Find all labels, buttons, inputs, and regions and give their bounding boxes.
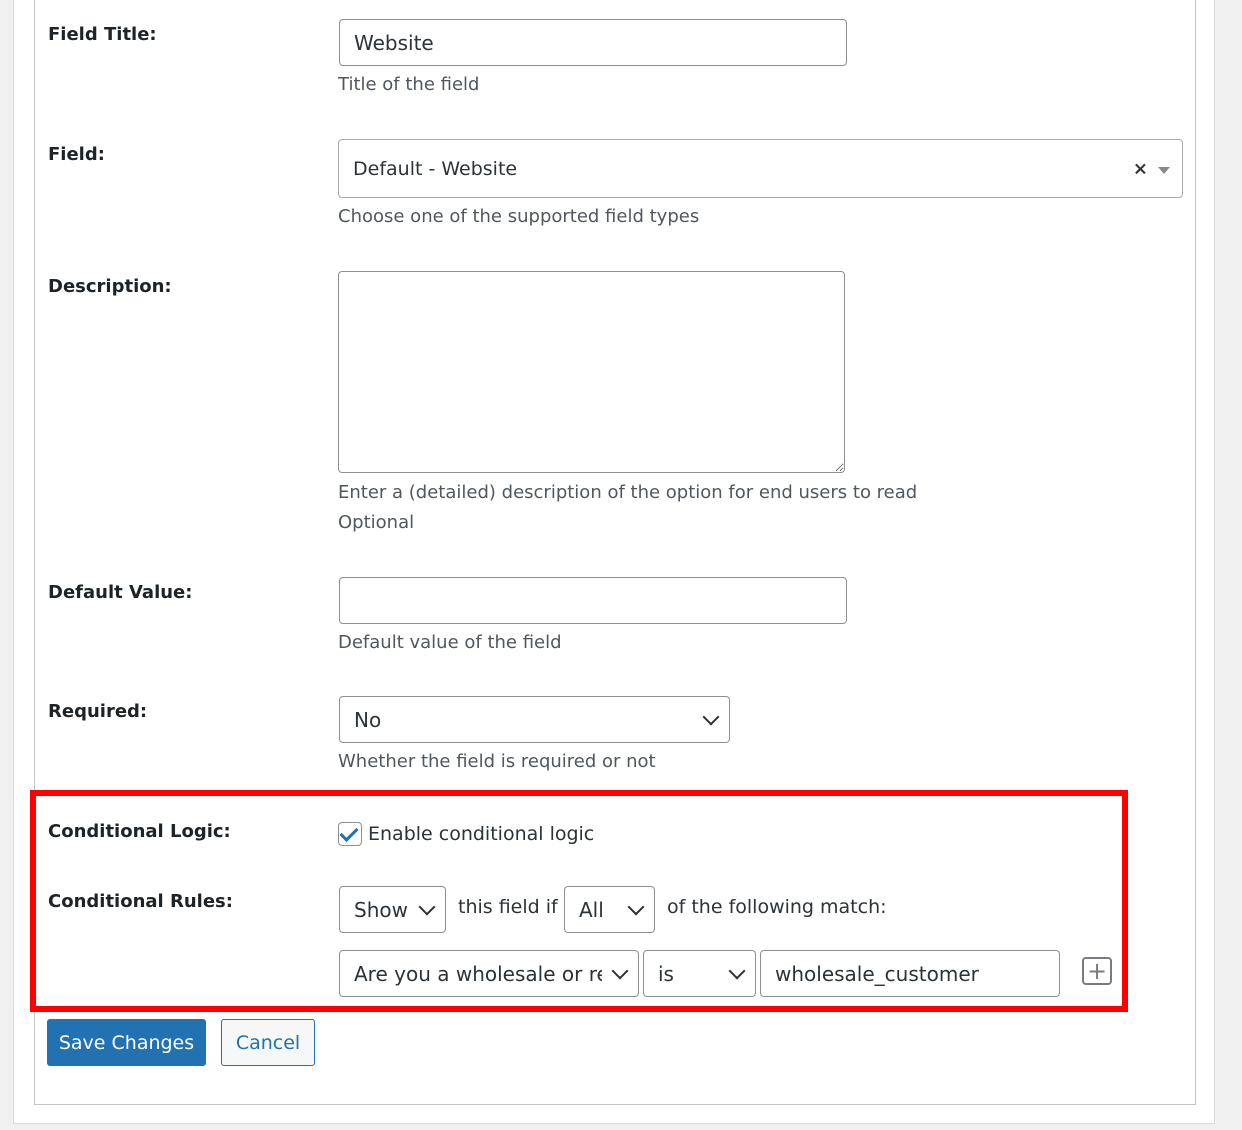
add-rule-icon[interactable]: + <box>1082 957 1112 985</box>
description-label: Description: <box>48 276 172 297</box>
chevron-down-icon <box>728 962 746 979</box>
rule-match-value: All <box>579 897 604 922</box>
description-help-text: Enter a (detailed) description of the op… <box>338 482 918 503</box>
rule-value-input[interactable]: wholesale_customer <box>760 950 1060 997</box>
description-optional-text: Optional <box>338 512 415 533</box>
field-title-input[interactable]: Website <box>339 19 847 66</box>
dropdown-arrow-icon[interactable] <box>1158 167 1170 174</box>
required-select-value: No <box>354 707 382 732</box>
field-title-description: Title of the field <box>338 74 480 95</box>
rule-operator-value: is <box>658 961 674 986</box>
rule-question-select[interactable]: Are you a wholesale or ret <box>339 950 639 997</box>
rule-question-value: Are you a wholesale or ret <box>354 961 602 986</box>
enable-conditional-logic-checkbox[interactable] <box>338 822 362 846</box>
field-type-value: Default - Website <box>353 157 518 180</box>
rule-match-select[interactable]: All <box>564 886 655 933</box>
this-field-if-text: this field if <box>458 896 558 918</box>
chevron-down-icon <box>418 898 436 915</box>
cancel-button[interactable]: Cancel <box>221 1019 315 1066</box>
field-title-label: Field Title: <box>48 24 157 45</box>
clear-icon[interactable]: × <box>1133 158 1148 179</box>
default-value-description: Default value of the field <box>338 632 562 653</box>
enable-conditional-logic-text: Enable conditional logic <box>368 823 595 845</box>
chevron-down-icon <box>627 898 645 915</box>
description-textarea[interactable] <box>338 271 845 473</box>
rule-operator-select[interactable]: is <box>643 950 756 997</box>
rule-action-select[interactable]: Show <box>339 886 446 933</box>
conditional-rules-label: Conditional Rules: <box>48 891 233 912</box>
save-changes-button[interactable]: Save Changes <box>47 1019 206 1066</box>
field-type-description: Choose one of the supported field types <box>338 206 700 227</box>
required-label: Required: <box>48 701 148 722</box>
rule-action-value: Show <box>354 897 408 922</box>
field-type-select[interactable]: Default - Website × <box>338 139 1183 198</box>
conditional-logic-label: Conditional Logic: <box>48 821 231 842</box>
required-description: Whether the field is required or not <box>338 751 656 772</box>
chevron-down-icon <box>611 962 629 979</box>
field-type-label: Field: <box>48 144 105 165</box>
following-match-text: of the following match: <box>667 896 887 918</box>
default-value-label: Default Value: <box>48 582 193 603</box>
chevron-down-icon <box>702 708 720 725</box>
required-select[interactable]: No <box>339 696 730 743</box>
default-value-input[interactable] <box>339 577 847 624</box>
checkmark-icon <box>339 822 359 843</box>
